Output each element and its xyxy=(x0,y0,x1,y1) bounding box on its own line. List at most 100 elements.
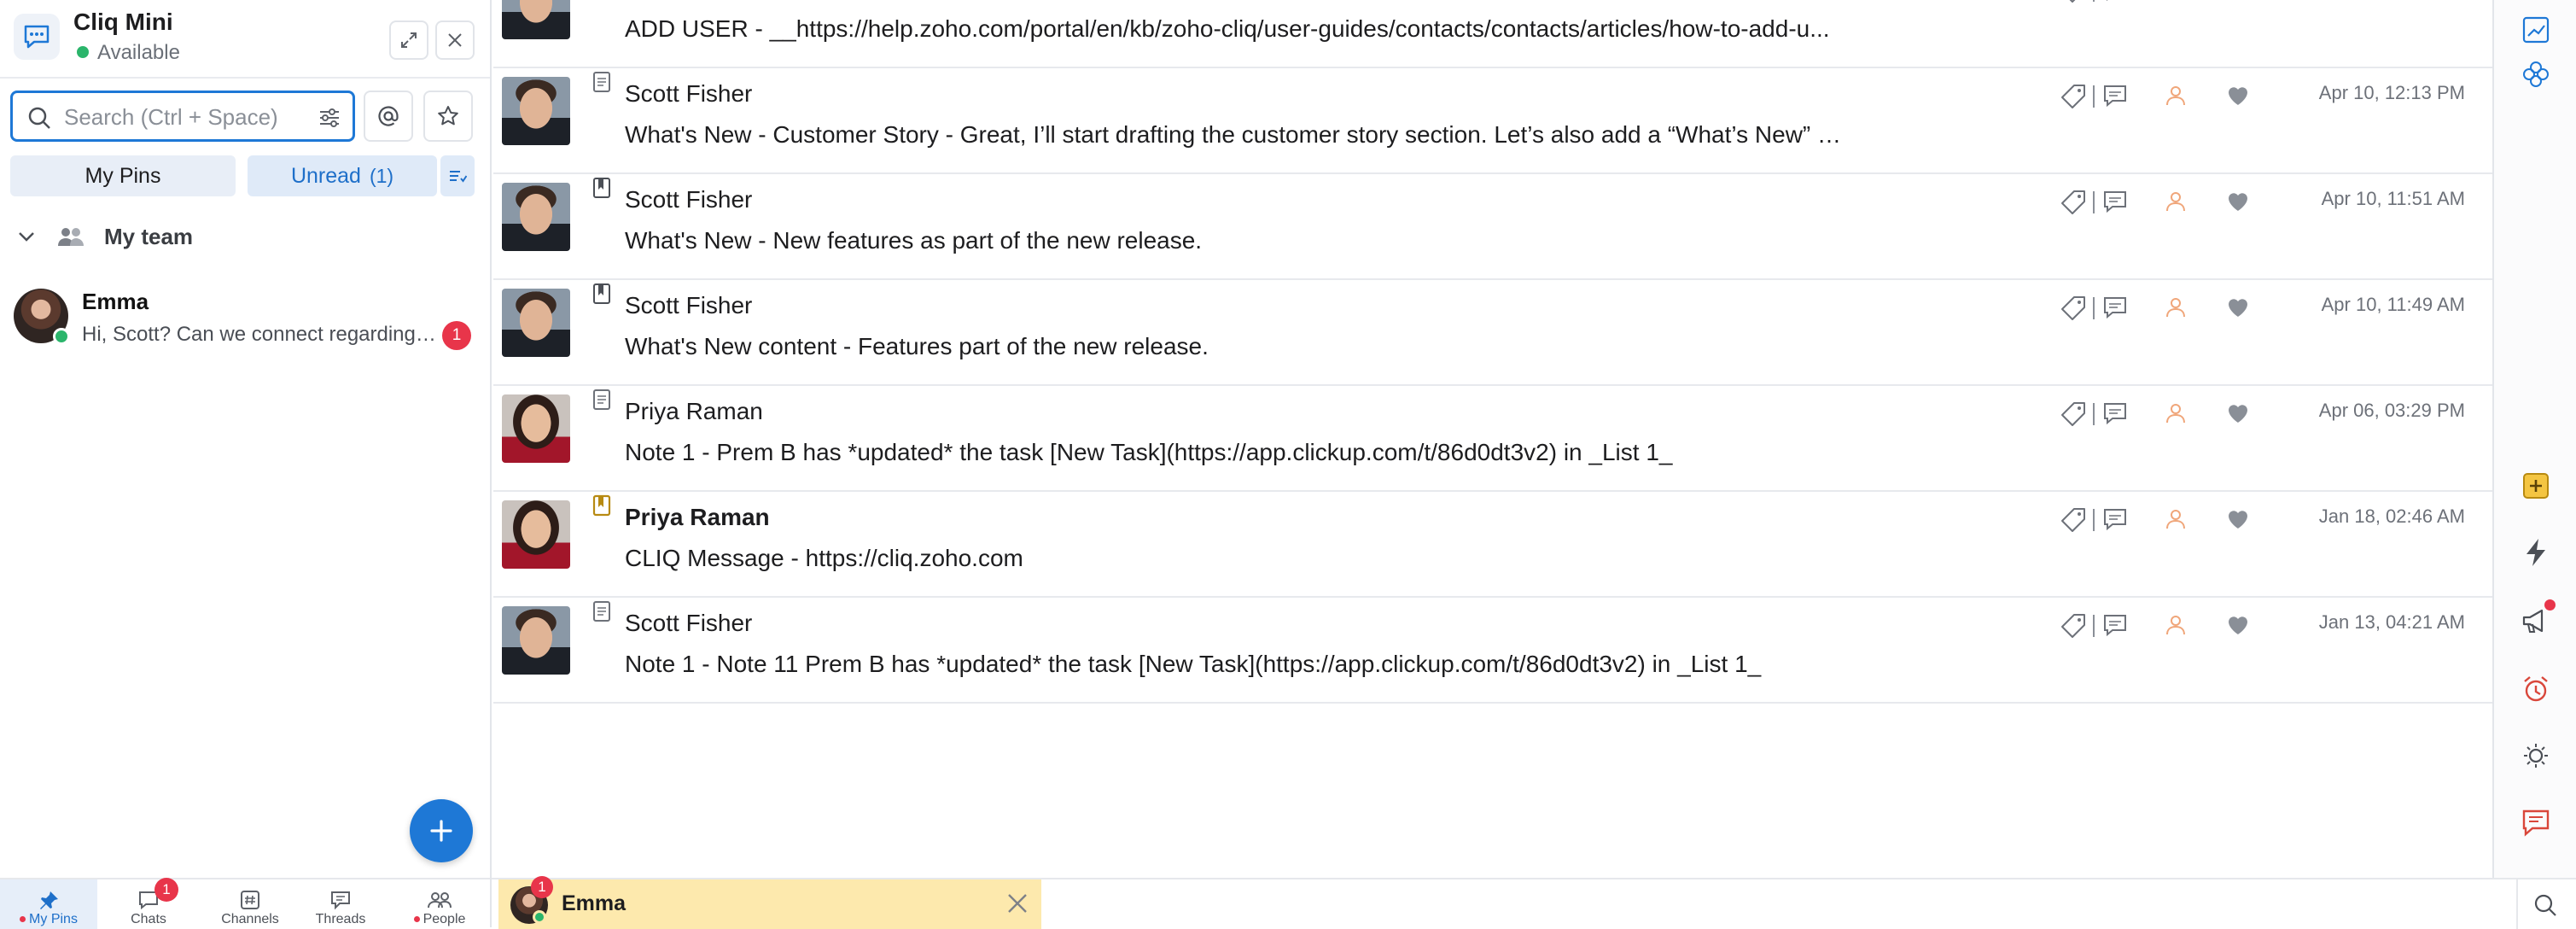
unread-filter[interactable]: Unread (1) xyxy=(248,155,437,196)
announcements-button[interactable] xyxy=(2515,599,2557,642)
docked-chat-name: Emma xyxy=(562,891,627,915)
close-button[interactable] xyxy=(435,20,475,60)
message-row[interactable]: Scott Fisher What's New content - Featur… xyxy=(493,280,2492,386)
comment-icon[interactable] xyxy=(2101,611,2129,639)
separator xyxy=(2093,0,2095,2)
divider xyxy=(2516,879,2518,929)
comment-icon[interactable] xyxy=(2101,400,2129,427)
assign-user-icon[interactable] xyxy=(2163,505,2188,533)
unread-count: (1) xyxy=(369,164,394,187)
heart-icon[interactable] xyxy=(2224,294,2252,321)
megaphone-icon xyxy=(2522,609,2544,633)
search-icon[interactable] xyxy=(2532,891,2559,919)
app-header: Cliq Mini Available xyxy=(0,0,490,79)
close-icon[interactable] xyxy=(1005,891,1029,915)
filter-options-button[interactable] xyxy=(440,155,475,196)
expand-button[interactable] xyxy=(389,20,428,60)
nav-my-pins[interactable]: My Pins xyxy=(0,879,97,929)
assign-user-icon[interactable] xyxy=(2163,0,2188,3)
tag-icon[interactable] xyxy=(2059,505,2088,535)
search-input[interactable] xyxy=(64,102,312,132)
tag-icon[interactable] xyxy=(2059,611,2088,640)
tag-icon[interactable] xyxy=(2059,294,2088,323)
message-row[interactable]: Scott Fisher What's New - New features a… xyxy=(493,174,2492,280)
message-text: ADD USER - __https://help.zoho.com/porta… xyxy=(625,15,1830,42)
timestamp: Jan 13, 04:21 AM xyxy=(2318,611,2465,633)
bookmark-gold-icon xyxy=(591,494,613,523)
message-row[interactable]: Scott Fisher ADD USER - __https://help.z… xyxy=(493,0,2492,68)
theme-button[interactable] xyxy=(2515,734,2557,777)
heart-icon[interactable] xyxy=(2224,611,2252,639)
tag-icon[interactable] xyxy=(2059,188,2088,217)
group-my-team[interactable]: My team xyxy=(0,219,490,256)
assign-user-icon[interactable] xyxy=(2163,82,2188,109)
row-actions xyxy=(2042,188,2315,219)
new-chat-button[interactable] xyxy=(410,799,473,862)
add-note-button[interactable] xyxy=(2515,464,2557,507)
filter-icon[interactable] xyxy=(317,105,342,131)
left-panel: Cliq Mini Available My Pins Unread (1) My… xyxy=(0,0,492,929)
message-row[interactable]: Priya Raman CLIQ Message - https://cliq.… xyxy=(493,492,2492,598)
message-row[interactable]: Priya Raman Note 1 - Prem B has *updated… xyxy=(493,386,2492,492)
thread-icon xyxy=(331,891,350,910)
assign-user-icon[interactable] xyxy=(2163,294,2188,321)
nav-dot xyxy=(413,916,420,923)
bottom-nav: My Pins 1 Chats Channels Threads People xyxy=(0,878,490,929)
status-text[interactable]: Available xyxy=(97,41,180,65)
sender-name: Priya Raman xyxy=(625,398,763,424)
message-text: Note 1 - Prem B has *updated* the task [… xyxy=(625,439,1673,465)
docked-chat-emma[interactable]: 1 Emma xyxy=(498,876,1041,929)
chat-list-item[interactable]: Emma Hi, Scott? Can we connect regarding… xyxy=(0,280,490,365)
message-text: What's New - New features as part of the… xyxy=(625,227,1203,254)
app-title: Cliq Mini xyxy=(73,9,173,35)
nav-chats[interactable]: 1 Chats xyxy=(100,878,197,929)
message-row[interactable]: Scott Fisher What's New - Customer Story… xyxy=(493,68,2492,174)
timestamp: Apr 10, 11:49 AM xyxy=(2321,294,2465,315)
comment-icon[interactable] xyxy=(2101,188,2129,215)
separator xyxy=(2093,615,2095,637)
bookmark-icon xyxy=(591,176,613,206)
unread-badge: 1 xyxy=(442,321,471,350)
analytics-button[interactable] xyxy=(2515,9,2557,51)
message-text: What's New - Customer Story - Great, I’l… xyxy=(625,121,1845,148)
nav-threads[interactable]: Threads xyxy=(292,879,389,929)
assign-user-icon[interactable] xyxy=(2163,611,2188,639)
avatar xyxy=(502,77,570,145)
comment-icon[interactable] xyxy=(2101,82,2129,109)
heart-icon[interactable] xyxy=(2224,188,2252,215)
nav-people[interactable]: People xyxy=(391,879,488,929)
nav-channels[interactable]: Channels xyxy=(201,879,299,929)
sender-name: Scott Fisher xyxy=(625,186,753,213)
hash-icon xyxy=(241,891,259,909)
my-pins-filter[interactable]: My Pins xyxy=(10,155,236,196)
feedback-button[interactable] xyxy=(2515,801,2557,844)
heart-icon[interactable] xyxy=(2224,505,2252,533)
heart-icon[interactable] xyxy=(2224,82,2252,109)
mentions-button[interactable] xyxy=(364,91,413,142)
cliq-logo-icon xyxy=(14,14,60,60)
quick-actions-button[interactable] xyxy=(2515,531,2557,574)
heart-icon[interactable] xyxy=(2224,400,2252,427)
comment-icon[interactable] xyxy=(2101,505,2129,533)
comment-icon[interactable] xyxy=(2101,0,2129,3)
timestamp: Apr 10, 11:51 AM xyxy=(2321,188,2465,209)
assign-user-icon[interactable] xyxy=(2163,188,2188,215)
search-box[interactable] xyxy=(10,91,355,142)
chat-name: Emma xyxy=(82,289,149,314)
nav-label: My Pins xyxy=(29,912,78,926)
starred-button[interactable] xyxy=(423,91,473,142)
tag-icon[interactable] xyxy=(2059,400,2088,429)
row-actions xyxy=(2042,294,2315,324)
separator xyxy=(2093,85,2095,108)
tag-icon[interactable] xyxy=(2059,0,2088,5)
message-row[interactable]: Scott Fisher Note 1 - Note 11 Prem B has… xyxy=(493,598,2492,704)
reminders-button[interactable] xyxy=(2515,668,2557,710)
heart-icon[interactable] xyxy=(2224,0,2252,3)
tag-icon[interactable] xyxy=(2059,82,2088,111)
comment-icon[interactable] xyxy=(2101,294,2129,321)
assign-user-icon[interactable] xyxy=(2163,400,2188,427)
at-icon xyxy=(378,106,399,126)
avatar xyxy=(502,606,570,675)
integrations-button[interactable] xyxy=(2515,53,2557,96)
presence-indicator xyxy=(53,328,70,345)
